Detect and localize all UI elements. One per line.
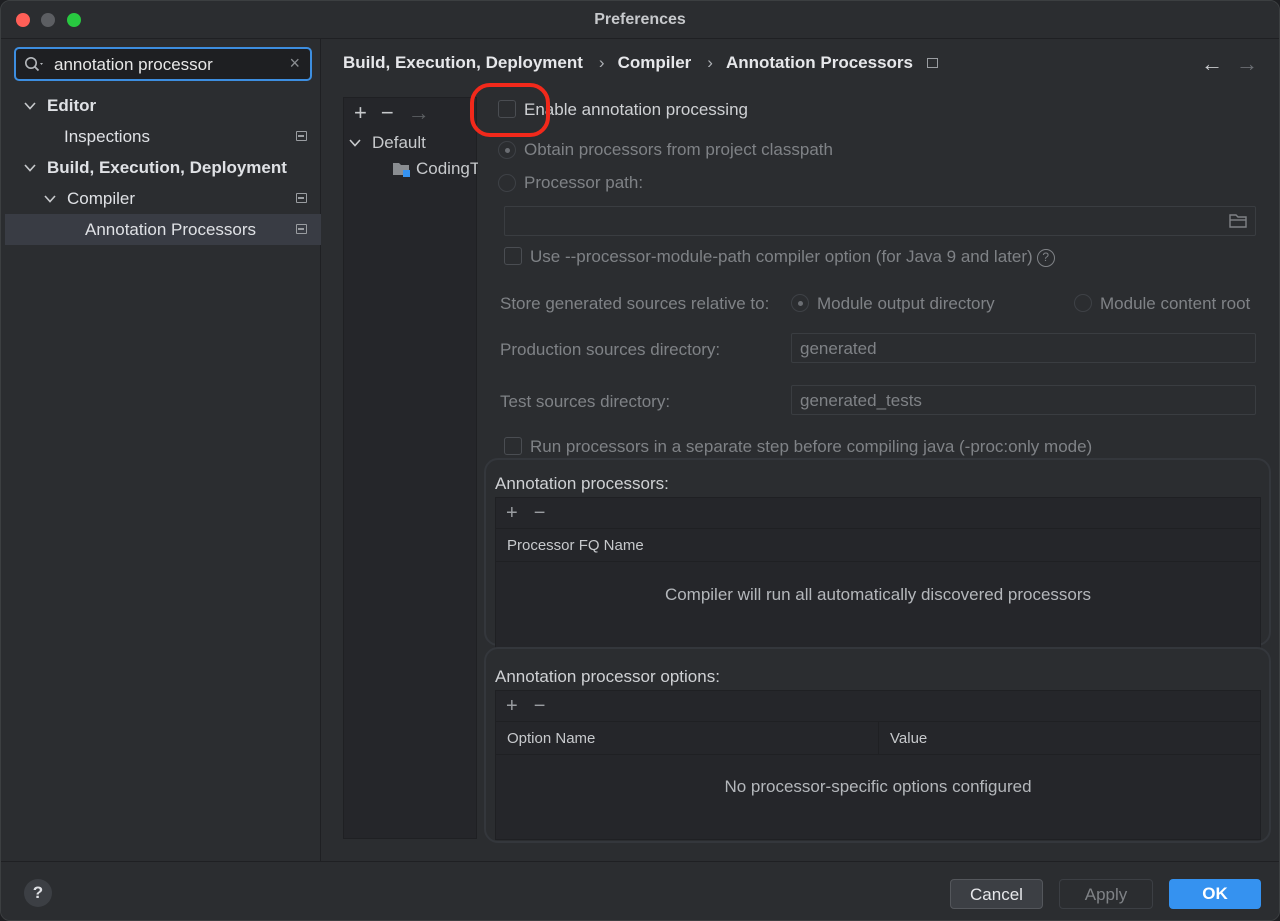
module-output-dir-label[interactable]: Module output directory <box>817 294 995 314</box>
search-input[interactable] <box>54 54 284 76</box>
chevron-down-icon[interactable] <box>23 99 37 113</box>
breadcrumb-item[interactable]: Compiler <box>618 53 692 73</box>
breadcrumb-item[interactable]: Build, Execution, Deployment <box>343 53 583 73</box>
option-value-column[interactable]: Value <box>879 722 1260 754</box>
annotation-processors-table: + − Processor FQ Name Compiler will run … <box>495 497 1261 657</box>
project-settings-icon <box>927 58 938 68</box>
help-icon[interactable]: ? <box>1036 248 1055 267</box>
sidebar-item-build-execution-deployment[interactable]: Build, Execution, Deployment <box>5 152 321 183</box>
module-output-dir-radio[interactable] <box>791 294 809 312</box>
forward-arrow-icon[interactable]: → <box>1236 51 1258 77</box>
processor-options-title: Annotation processor options: <box>495 667 720 686</box>
store-generated-label: Store generated sources relative to: <box>500 294 770 313</box>
production-dir-label: Production sources directory: <box>500 340 721 359</box>
sidebar-item-annotation-processors[interactable]: Annotation Processors <box>5 214 321 245</box>
processor-path-radio[interactable] <box>498 174 516 192</box>
chevron-down-icon[interactable] <box>23 161 37 175</box>
cancel-button[interactable]: Cancel <box>950 879 1043 909</box>
run-separate-step-checkbox[interactable] <box>504 437 522 455</box>
breadcrumb: Build, Execution, Deployment › Compiler … <box>343 53 938 73</box>
breadcrumb-item: Annotation Processors <box>725 53 913 72</box>
search-icon[interactable] <box>24 56 46 74</box>
project-settings-icon <box>296 131 307 141</box>
chevron-down-icon[interactable] <box>348 136 362 150</box>
test-dir-input[interactable]: generated_tests <box>791 385 1256 415</box>
obtain-from-classpath-radio[interactable] <box>498 141 516 159</box>
back-arrow-icon[interactable]: ← <box>1201 51 1223 77</box>
profiles-panel: + − → Default CodingT <box>343 97 478 839</box>
annotation-processors-group: Annotation processors: + − Processor FQ … <box>484 458 1271 657</box>
remove-profile-icon[interactable]: − <box>381 100 394 126</box>
ok-button[interactable]: OK <box>1169 879 1261 909</box>
option-name-column[interactable]: Option Name <box>496 722 879 754</box>
sidebar-item-compiler[interactable]: Compiler <box>5 183 321 214</box>
folder-icon[interactable] <box>1229 214 1247 228</box>
apply-button[interactable]: Apply <box>1059 879 1153 909</box>
module-content-root-radio[interactable] <box>1074 294 1092 312</box>
module-content-root-label[interactable]: Module content root <box>1100 294 1250 314</box>
sidebar-item-label: Compiler <box>67 188 136 208</box>
module-folder-icon <box>393 163 410 177</box>
sidebar-item-inspections[interactable]: Inspections <box>5 121 321 152</box>
settings-sidebar: × Editor Inspections Build, Execution, D… <box>1 39 321 861</box>
obtain-from-classpath-label[interactable]: Obtain processors from project classpath <box>524 140 833 160</box>
processor-options-group: Annotation processor options: + − Option… <box>484 647 1271 843</box>
add-option-icon[interactable]: + <box>506 695 518 718</box>
run-separate-step-label[interactable]: Run processors in a separate step before… <box>530 437 1092 457</box>
title-bar: Preferences <box>1 1 1279 39</box>
processor-fq-name-column[interactable]: Processor FQ Name <box>496 529 1260 561</box>
dialog-button-bar: ? Cancel Apply OK <box>1 861 1279 920</box>
profile-module-item[interactable]: CodingT <box>344 156 478 182</box>
sidebar-item-editor[interactable]: Editor <box>5 90 321 121</box>
options-empty-text: No processor-specific options configured <box>724 777 1032 796</box>
test-dir-label: Test sources directory: <box>500 392 671 411</box>
project-settings-icon <box>296 193 307 203</box>
chevron-down-icon[interactable] <box>43 192 57 206</box>
profile-item-default[interactable]: Default <box>344 130 478 156</box>
preferences-window: Preferences × Editor Inspections Build, … <box>0 0 1280 921</box>
move-to-profile-icon[interactable]: → <box>408 100 430 126</box>
help-button[interactable]: ? <box>24 879 52 907</box>
sidebar-item-label: Annotation Processors <box>85 219 257 239</box>
profile-label: CodingT <box>416 159 478 178</box>
processor-module-path-label[interactable]: Use --processor-module-path compiler opt… <box>530 247 1055 267</box>
remove-processor-icon[interactable]: − <box>534 502 546 525</box>
options-table-header: Option Name Value <box>496 722 1260 755</box>
project-settings-icon <box>296 224 307 234</box>
options-toolbar: + − <box>496 691 1260 722</box>
processor-options-table: + − Option Name Value No processor-speci… <box>495 690 1261 840</box>
add-processor-icon[interactable]: + <box>506 502 518 525</box>
profiles-toolbar: + − → <box>344 98 476 128</box>
breadcrumb-separator: › <box>598 53 605 72</box>
profile-label: Default <box>372 133 426 152</box>
processor-module-path-checkbox[interactable] <box>504 247 522 265</box>
processors-table-header: Processor FQ Name <box>496 529 1260 562</box>
sidebar-item-label: Editor <box>47 95 97 115</box>
remove-option-icon[interactable]: − <box>534 695 546 718</box>
production-dir-input[interactable]: generated <box>791 333 1256 363</box>
breadcrumb-separator: › <box>707 53 713 72</box>
enable-annotation-processing-label[interactable]: Enable annotation processing <box>524 100 748 120</box>
clear-search-icon[interactable]: × <box>289 53 300 74</box>
add-profile-icon[interactable]: + <box>354 100 367 126</box>
processor-path-label[interactable]: Processor path: <box>524 173 643 193</box>
window-title: Preferences <box>594 11 686 28</box>
processor-module-path-text: Use --processor-module-path compiler opt… <box>530 247 1033 266</box>
sidebar-item-label: Inspections <box>64 126 150 146</box>
sidebar-item-label: Build, Execution, Deployment <box>47 157 287 177</box>
annotation-processors-title: Annotation processors: <box>495 474 669 493</box>
processor-path-field[interactable] <box>504 206 1256 236</box>
highlight-annotation-ring <box>470 83 550 137</box>
processors-toolbar: + − <box>496 498 1260 529</box>
search-box[interactable]: × <box>14 47 312 81</box>
processors-empty-text: Compiler will run all automatically disc… <box>664 585 1092 604</box>
